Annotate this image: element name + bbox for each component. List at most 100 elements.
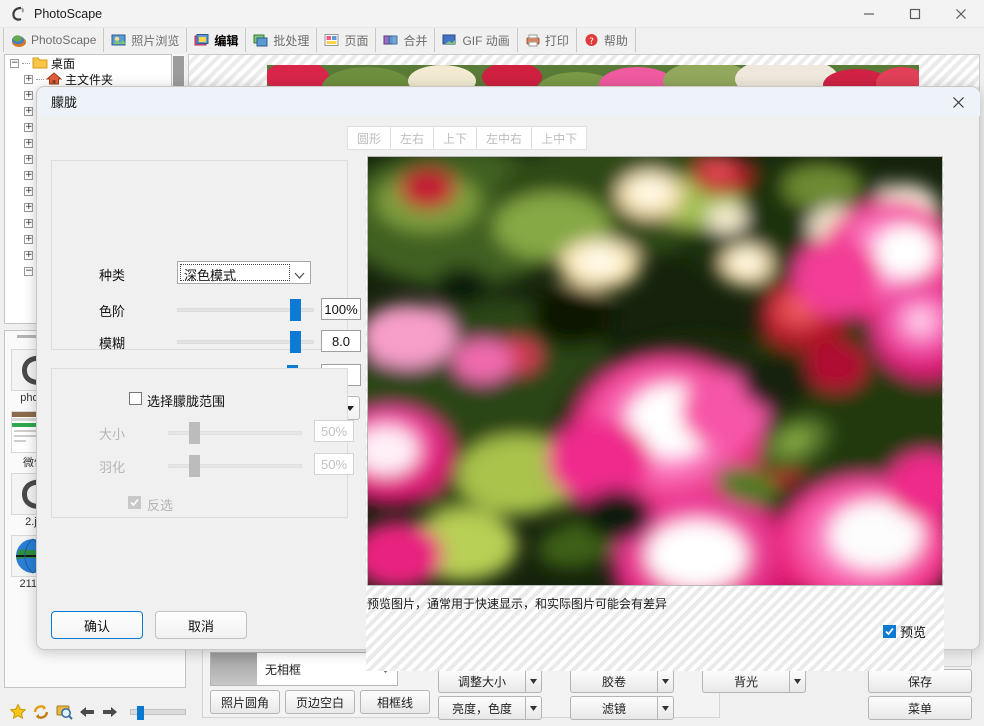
tree-expander-icon[interactable]: +: [24, 234, 33, 244]
tree-expander-icon[interactable]: −: [24, 266, 33, 276]
tree-expander-icon[interactable]: −: [10, 58, 19, 68]
minimize-button[interactable]: [846, 0, 892, 28]
tab-label: 批处理: [273, 33, 310, 48]
zoom-slider[interactable]: [130, 706, 186, 720]
level-slider-thumb[interactable]: [290, 299, 301, 321]
filter-button[interactable]: 滤镜: [570, 696, 657, 720]
film-split-button[interactable]: 胶卷: [570, 669, 674, 693]
tab-merge[interactable]: 合并: [376, 28, 436, 52]
dialog-titlebar: [38, 88, 980, 116]
blur-label: 模糊: [98, 336, 125, 351]
print-icon: [525, 33, 541, 48]
left-bottom-toolbar: [4, 700, 186, 724]
tree-expander-icon[interactable]: +: [24, 154, 33, 164]
backlight-split-button[interactable]: 背光: [702, 669, 806, 693]
tab-batch[interactable]: 批处理: [246, 28, 318, 52]
chevron-down-icon[interactable]: [294, 268, 305, 282]
tree-expander-icon[interactable]: +: [24, 122, 33, 132]
backlight-button[interactable]: 背光: [702, 669, 789, 693]
tree-expander-icon[interactable]: +: [24, 202, 33, 212]
zoom-slider-thumb[interactable]: [137, 706, 144, 720]
tree-item-home[interactable]: + 主文件夹: [5, 71, 171, 87]
preview-toggle[interactable]: 预览: [883, 622, 926, 641]
main-tab-bar: PhotoScape 照片浏览 编辑 批处理 页面 合并 GIF 动画 打印 ?…: [0, 28, 984, 52]
shape-button-left-center-right: 左中右: [476, 126, 532, 150]
size-value: 50%: [314, 420, 354, 442]
shape-button-left-right: 左右: [390, 126, 434, 150]
blur-slider-thumb[interactable]: [290, 331, 301, 353]
tree-expander-icon[interactable]: +: [24, 218, 33, 228]
menu-button[interactable]: 菜单: [868, 696, 972, 720]
frame-select-value: 无相框: [265, 662, 302, 677]
window-controls: [846, 0, 984, 28]
photoscape-logo-icon: [10, 6, 26, 22]
resize-dropdown-arrow[interactable]: [525, 669, 542, 693]
level-value[interactable]: 100%: [321, 298, 361, 320]
tree-expander-icon[interactable]: +: [24, 74, 33, 84]
brightness-split-button[interactable]: 亮度，色度: [438, 696, 542, 720]
brightness-button[interactable]: 亮度，色度: [438, 696, 525, 720]
tab-help[interactable]: ? 帮助: [577, 28, 636, 52]
resize-button[interactable]: 调整大小: [438, 669, 525, 693]
tab-photo-browse[interactable]: 照片浏览: [104, 28, 188, 52]
page-icon: [324, 33, 340, 48]
search-photo-icon[interactable]: [55, 703, 73, 721]
back-arrow-icon[interactable]: [78, 703, 96, 721]
photo-round-corner-button[interactable]: 照片圆角: [210, 690, 280, 714]
maximize-button[interactable]: [892, 0, 938, 28]
resize-split-button[interactable]: 调整大小: [438, 669, 542, 693]
brightness-dropdown-arrow[interactable]: [525, 696, 542, 720]
tree-expander-icon[interactable]: +: [24, 170, 33, 180]
help-icon: ?: [584, 33, 600, 48]
tree-expander-icon[interactable]: +: [24, 106, 33, 116]
page-margin-button[interactable]: 页边空白: [285, 690, 355, 714]
save-button[interactable]: 保存: [868, 669, 972, 693]
shape-button-circle: 圆形: [347, 126, 391, 150]
tab-page[interactable]: 页面: [317, 28, 377, 52]
tree-item-desktop[interactable]: − 桌面: [5, 55, 171, 71]
favorite-star-icon[interactable]: [9, 703, 27, 721]
tab-label: 帮助: [603, 33, 628, 48]
window-titlebar: PhotoScape: [0, 0, 984, 28]
feather-slider-thumb: [189, 455, 200, 477]
preview-note: 预览图片，通常用于快速显示，和实际图片可能会有差异: [367, 597, 668, 611]
tab-gif[interactable]: GIF 动画: [435, 28, 518, 52]
tree-expander-icon[interactable]: +: [24, 138, 33, 148]
tree-expander-icon[interactable]: +: [24, 250, 33, 260]
film-dropdown-arrow[interactable]: [657, 669, 674, 693]
preview-checkbox[interactable]: [883, 625, 896, 638]
refresh-icon[interactable]: [32, 703, 50, 721]
tree-expander-icon[interactable]: +: [24, 90, 33, 100]
filter-split-button[interactable]: 滤镜: [570, 696, 674, 720]
ok-button[interactable]: 确认: [51, 611, 143, 639]
edit-icon: [194, 33, 210, 48]
forward-arrow-icon[interactable]: [101, 703, 119, 721]
film-button[interactable]: 胶卷: [570, 669, 657, 693]
size-slider-thumb: [189, 422, 200, 444]
dialog-close-button[interactable]: [945, 92, 971, 112]
tab-label: 编辑: [214, 33, 239, 48]
backlight-dropdown-arrow[interactable]: [789, 669, 806, 693]
blur-value[interactable]: 8.0: [321, 330, 361, 352]
close-button[interactable]: [938, 0, 984, 28]
tree-expander-icon[interactable]: +: [24, 186, 33, 196]
preview-checkbox-label: 预览: [900, 625, 927, 640]
window-title: PhotoScape: [34, 6, 103, 21]
tab-photoscape[interactable]: PhotoScape: [3, 28, 105, 52]
frame-line-button[interactable]: 相框线: [360, 690, 430, 714]
batch-icon: [253, 33, 269, 48]
tree-connector: [36, 78, 44, 80]
feather-value: 50%: [314, 453, 354, 475]
filter-dropdown-arrow[interactable]: [657, 696, 674, 720]
settings-group: [51, 160, 348, 350]
folder-icon: [32, 56, 48, 70]
range-enable-checkbox[interactable]: [129, 392, 142, 405]
bloom-effect-dialog: 朦胧 圆形 左右 上下 左中右 上中下 种类 深色模式 色阶 100% 模糊 8…: [36, 86, 980, 671]
tab-print[interactable]: 打印: [518, 28, 577, 52]
frame-preview-swatch: [211, 653, 257, 685]
cancel-button[interactable]: 取消: [155, 611, 247, 639]
kind-select[interactable]: 深色模式: [177, 261, 311, 284]
tab-label: 照片浏览: [131, 33, 180, 48]
tab-edit[interactable]: 编辑: [187, 28, 247, 52]
shape-button-top-bottom: 上下: [433, 126, 477, 150]
